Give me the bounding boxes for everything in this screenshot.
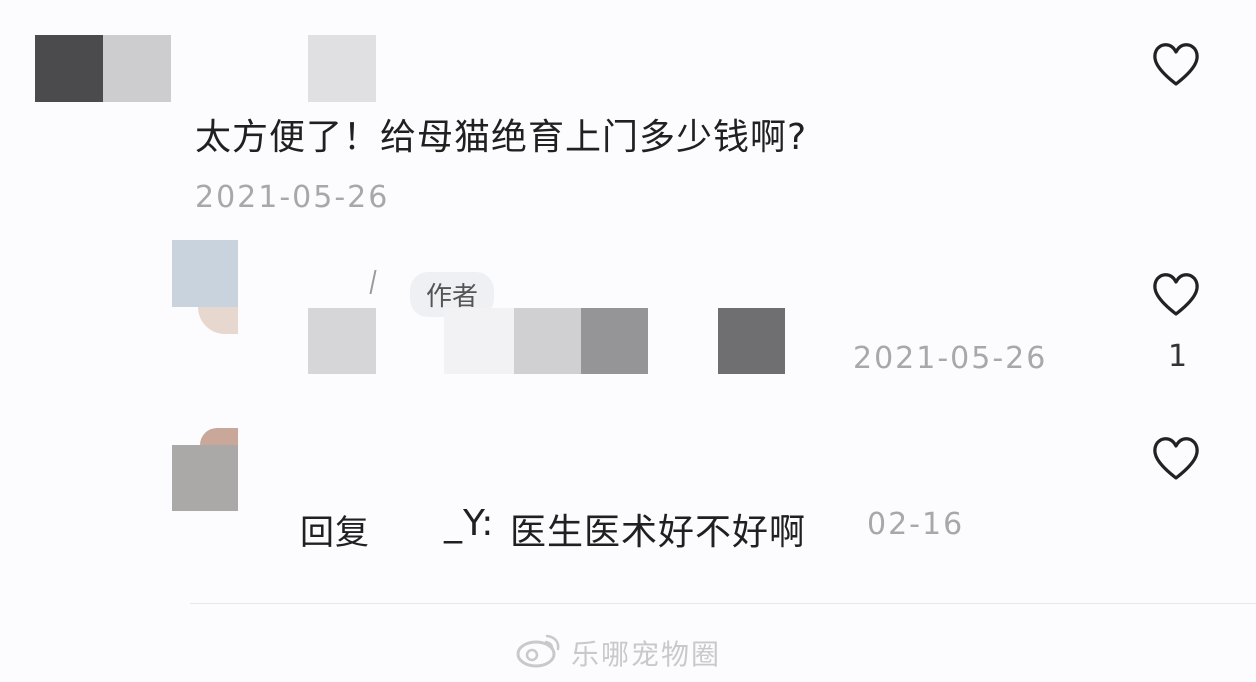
weibo-logo-icon [514,630,562,668]
reply-1-text-block [718,308,785,374]
reply-target[interactable]: _Y: [444,503,494,544]
avatar-reply-2-fragment [200,428,238,445]
avatar-comment-1[interactable] [35,35,103,102]
reply-1-text-block [308,308,376,374]
comment-text: 太方便了！给母猫绝育上门多少钱啊? [195,117,808,158]
divider [190,603,1256,604]
like-heart-icon[interactable] [1150,434,1202,482]
avatar-reply-2[interactable] [172,445,238,511]
comment-date: 2021-05-26 [195,180,390,215]
like-count: 1 [1168,339,1188,374]
reply-1-date: 2021-05-26 [853,341,1048,376]
reply-text: 医生医术好不好啊 [510,512,807,553]
reply-prefix: 回复 [300,513,370,553]
avatar-reply-1[interactable] [172,240,238,307]
reply-1-username-fragment [369,270,387,294]
avatar-reply-1-fragment [198,307,238,334]
watermark-text: 乐哪宠物圈 [571,638,722,671]
username-comment-1[interactable] [308,35,376,102]
like-heart-icon[interactable] [1150,270,1202,318]
like-heart-icon[interactable] [1150,40,1202,88]
reply-1-text-block [581,308,648,374]
avatar-comment-1-part [103,35,171,102]
reply-2-date: 02-16 [867,507,965,542]
reply-1-text-block [514,308,581,374]
reply-1-text-block [444,308,514,374]
